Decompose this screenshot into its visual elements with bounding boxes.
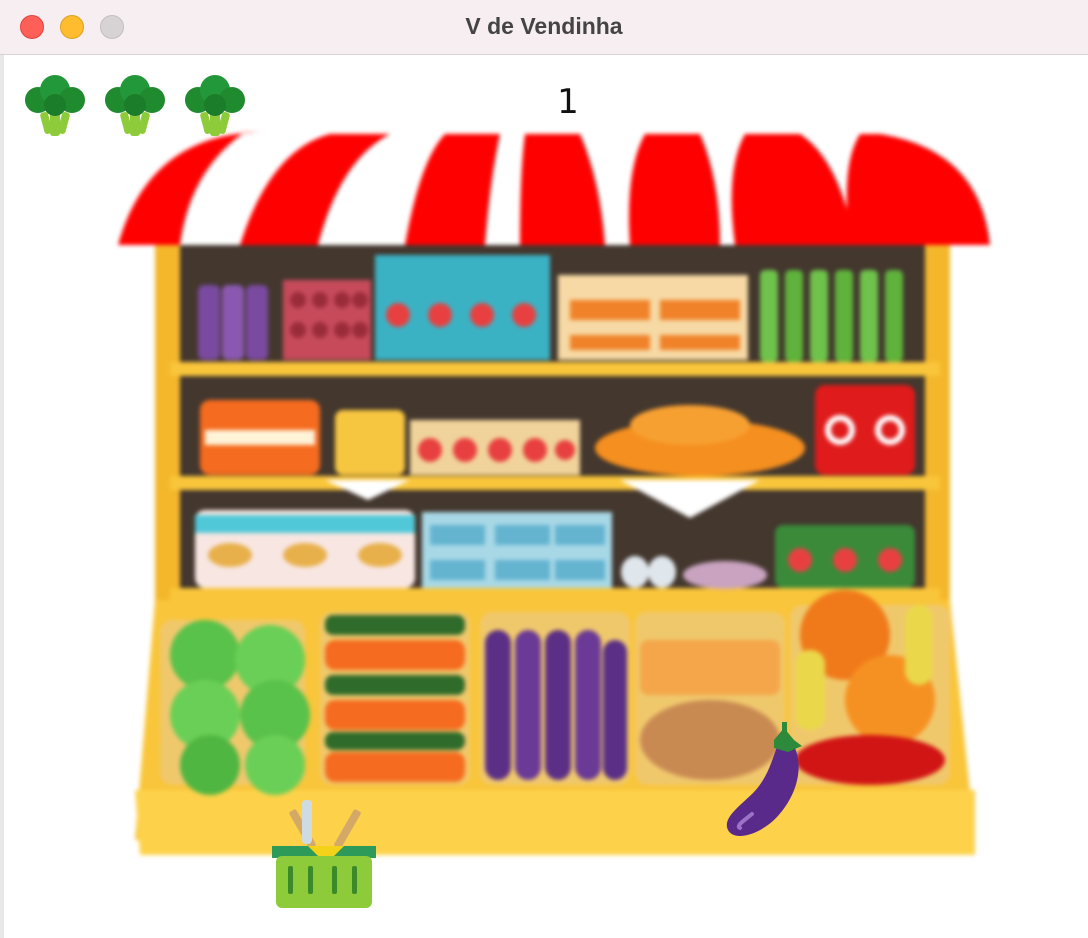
broccoli-icon: [105, 75, 165, 136]
eggplant-icon: [726, 722, 802, 836]
market-stall-background: [118, 131, 990, 855]
score-counter: 1: [557, 82, 579, 122]
basket-icon[interactable]: [260, 798, 388, 912]
broccoli-icon: [25, 75, 85, 136]
broccoli-icon: [185, 75, 245, 136]
